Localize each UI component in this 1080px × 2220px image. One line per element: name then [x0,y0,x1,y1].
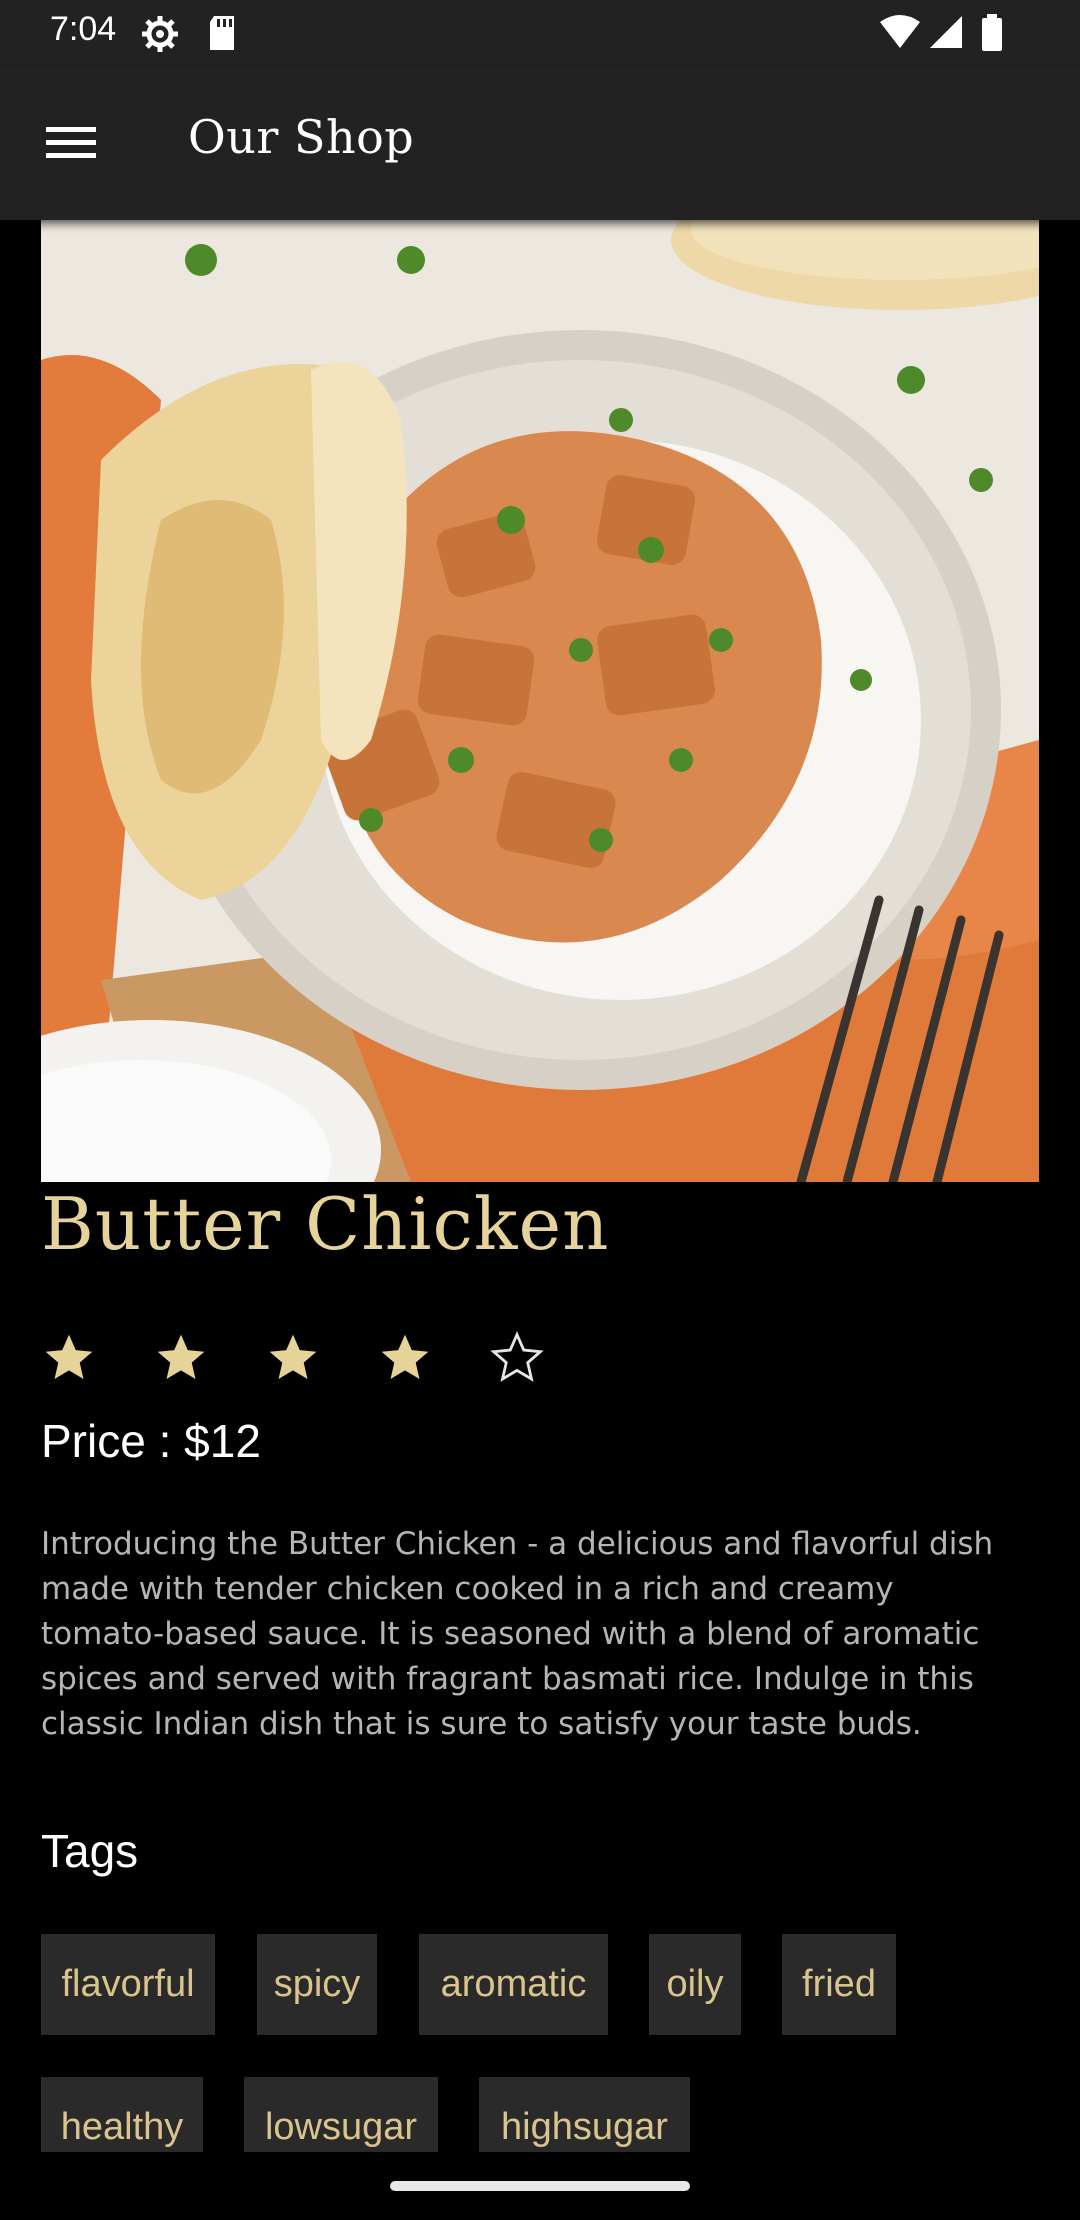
price-value: $12 [184,1415,261,1467]
hamburger-menu-icon [46,125,96,165]
tag-chip[interactable]: spicy [257,1934,377,2035]
star-filled-icon [41,1330,97,1386]
status-bar: 7:04 [0,0,1080,66]
star-empty-icon [489,1330,545,1386]
signal-icon [928,14,964,54]
settings-icon [140,14,180,58]
star-filled-icon [153,1330,209,1386]
tags-heading: Tags [41,1825,139,1877]
status-time: 7:04 [50,10,117,48]
product-image [41,220,1039,1182]
product-title: Butter Chicken [41,1182,610,1266]
price-label: Price : [41,1415,185,1467]
price: Price : $12 [41,1414,261,1468]
tag-chip[interactable]: flavorful [41,1934,215,2035]
app-bar: Our Shop [0,66,1080,220]
product-description: Introducing the Butter Chicken - a delic… [41,1526,994,1742]
wifi-icon [880,14,920,54]
home-gesture-handle[interactable] [390,2181,690,2191]
menu-button[interactable] [32,106,110,184]
battery-icon [980,14,1004,56]
tag-chip[interactable]: aromatic [419,1934,608,2035]
tag-chip[interactable]: oily [649,1934,741,2035]
app-title: Our Shop [188,110,415,164]
star-filled-icon [377,1330,433,1386]
sd-card-icon [206,14,238,56]
rating-stars [41,1330,545,1400]
tag-chip[interactable]: fried [782,1934,896,2035]
star-filled-icon [265,1330,321,1386]
